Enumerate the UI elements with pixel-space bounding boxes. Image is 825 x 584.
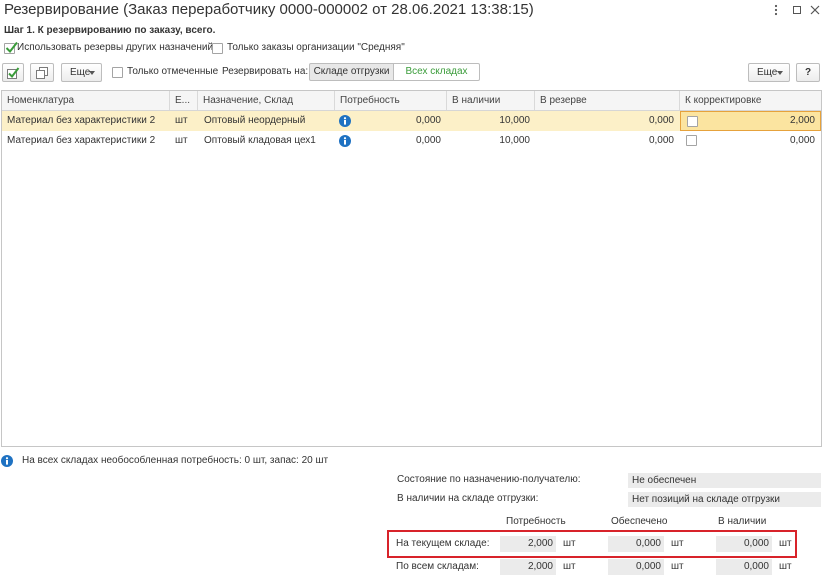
cell-nomenclature: Материал без характеристики 2 (7, 115, 156, 126)
table-more-menu-button[interactable]: Еще (748, 63, 790, 82)
summary-column-need: Потребность (506, 516, 566, 527)
unit-label: шт (563, 538, 576, 549)
all-warehouses-available-field: 0,000 (716, 559, 772, 575)
only-org-orders-label[interactable]: Только заказы организации "Средняя" (227, 42, 405, 54)
table-row[interactable]: Материал без характеристики 2 шт Оптовый… (2, 111, 821, 131)
unmark-all-button[interactable] (30, 63, 54, 82)
info-icon[interactable] (339, 115, 351, 127)
adjust-value[interactable]: 2,000 (790, 112, 815, 130)
unit-label: шт (779, 561, 792, 572)
cell-adjust[interactable]: 0,000 (680, 131, 821, 151)
column-header-nomenclature[interactable]: Номенклатура (2, 91, 170, 110)
available-value: 10,000 (499, 115, 530, 126)
cell-available: 10,000 (447, 111, 535, 131)
summary-column-provided: Обеспечено (611, 516, 668, 527)
cell-reserved: 0,000 (535, 131, 680, 151)
cell-need: 0,000 (335, 131, 447, 151)
all-warehouses-need-field: 2,000 (500, 559, 556, 575)
more-vertical-icon (774, 4, 778, 16)
cell-destination: Оптовый кладовая цех1 (204, 135, 316, 146)
current-warehouse-need-field: 2,000 (500, 536, 556, 552)
only-marked-label[interactable]: Только отмеченные (127, 66, 218, 78)
reservation-form: Резервирование (Заказ переработчику 0000… (0, 0, 825, 584)
table-row[interactable]: Материал без характеристики 2 шт Оптовый… (2, 131, 821, 151)
column-header-destination[interactable]: Назначение, Склад (198, 91, 335, 110)
adjust-checkbox[interactable] (686, 135, 697, 146)
maximize-icon (793, 6, 801, 14)
table-header: Номенклатура Е... Назначение, Склад Потр… (2, 91, 821, 111)
current-warehouse-available-field: 0,000 (716, 536, 772, 552)
unit-label: шт (779, 538, 792, 549)
table-more-menu-label: Еще (757, 67, 778, 78)
need-value: 0,000 (415, 135, 441, 146)
unit-label: шт (671, 538, 684, 549)
reserved-value: 0,000 (648, 115, 674, 126)
column-header-adjust[interactable]: К корректировке (680, 91, 821, 110)
column-header-unit[interactable]: Е... (170, 91, 198, 110)
stock-value-field: Нет позиций на складе отгрузки (628, 492, 821, 507)
more-menu-button[interactable]: Еще (61, 63, 102, 82)
need-value: 0,000 (415, 115, 441, 126)
unallocated-need-info: На всех складах необособленная потребнос… (22, 455, 329, 466)
info-icon[interactable] (339, 135, 351, 147)
all-warehouses-label: По всем складам: (396, 561, 479, 572)
unit-label: шт (671, 561, 684, 572)
stock-label: В наличии на складе отгрузки: (397, 493, 539, 504)
state-value-field: Не обеспечен (628, 473, 821, 488)
close-icon (810, 5, 820, 15)
cell-available: 10,000 (447, 131, 535, 151)
more-menu-label: Еще (70, 67, 91, 78)
reserve-on-shipping-warehouse-toggle[interactable]: Складе отгрузки (309, 63, 394, 81)
cell-unit: шт (175, 115, 188, 126)
cell-adjust[interactable]: 2,000 (680, 111, 821, 131)
summary-column-available: В наличии (718, 516, 767, 527)
step-label: Шаг 1. К резервированию по заказу, всего… (4, 25, 216, 36)
chevron-down-icon (777, 71, 783, 75)
help-button[interactable]: ? (796, 63, 820, 82)
cell-destination: Оптовый неордерный (204, 115, 306, 126)
unit-label: шт (563, 561, 576, 572)
reservation-table[interactable]: Номенклатура Е... Назначение, Склад Потр… (1, 90, 822, 447)
window-more-button[interactable] (770, 1, 782, 19)
use-other-reserves-checkbox[interactable] (4, 41, 18, 54)
mark-all-button[interactable] (2, 63, 24, 82)
column-header-need[interactable]: Потребность (335, 91, 447, 110)
only-org-orders-checkbox[interactable] (212, 43, 223, 54)
stacked-squares-icon (36, 66, 48, 79)
adjust-value[interactable]: 0,000 (790, 131, 815, 151)
help-label: ? (804, 67, 812, 78)
use-other-reserves-label[interactable]: Использовать резервы других назначений (17, 42, 213, 54)
cell-reserved: 0,000 (535, 111, 680, 131)
window-close-button[interactable] (808, 1, 822, 19)
reserve-on-label: Резервировать на: (222, 66, 309, 77)
all-warehouses-provided-field: 0,000 (608, 559, 664, 575)
current-warehouse-provided-field: 0,000 (608, 536, 664, 552)
window-title: Резервирование (Заказ переработчику 0000… (4, 1, 534, 18)
cell-need: 0,000 (335, 111, 447, 131)
chevron-down-icon (89, 71, 95, 75)
column-header-reserved[interactable]: В резерве (535, 91, 680, 110)
cell-nomenclature: Материал без характеристики 2 (7, 135, 156, 146)
checkbox-checked-icon (7, 66, 20, 79)
reserved-value: 0,000 (648, 135, 674, 146)
state-label: Состояние по назначению-получателю: (397, 474, 581, 485)
info-icon (1, 455, 13, 467)
column-header-available[interactable]: В наличии (447, 91, 535, 110)
reserve-on-all-warehouses-toggle[interactable]: Всех складах (393, 63, 480, 81)
adjust-checkbox[interactable] (687, 116, 698, 127)
available-value: 10,000 (499, 135, 530, 146)
cell-unit: шт (175, 135, 188, 146)
current-warehouse-label: На текущем складе: (396, 538, 490, 549)
only-marked-checkbox[interactable] (112, 67, 123, 78)
window-maximize-button[interactable] (790, 1, 804, 19)
